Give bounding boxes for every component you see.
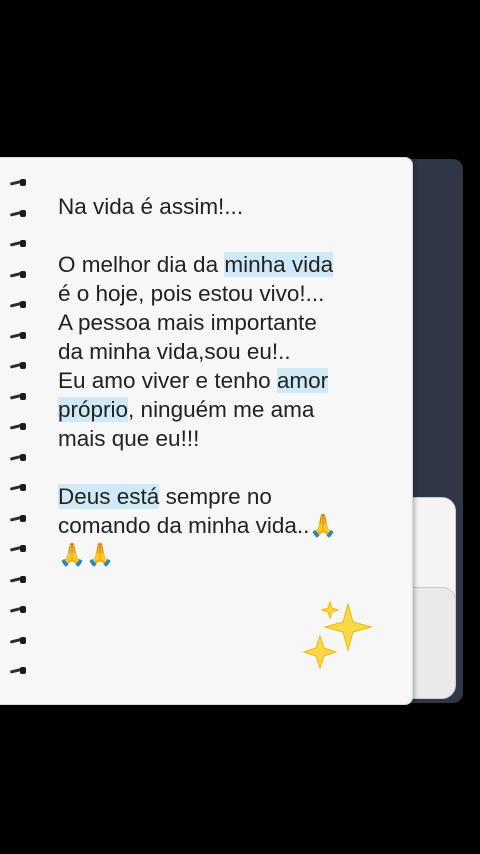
spiral-ring: [9, 270, 26, 279]
spiral-ring: [9, 575, 26, 584]
line-text: comando da minha vida..🙏: [58, 513, 338, 538]
spiral-ring: [9, 392, 26, 401]
spiral-ring: [9, 422, 26, 431]
note-line: Eu amo viver e tenho amor: [58, 366, 398, 395]
line-text: é o hoje, pois estou vivo!...: [58, 281, 325, 306]
spiral-ring: [9, 544, 26, 553]
note-line: A pessoa mais importante: [58, 308, 398, 337]
line-text: A pessoa mais importante: [58, 310, 317, 335]
spiral-ring: [9, 239, 26, 248]
note-title: Na vida é assim!...: [58, 194, 244, 219]
note-line: 🙏🙏: [58, 540, 398, 569]
notebook: Na vida é assim!... O melhor dia da minh…: [0, 157, 466, 705]
line-text: sempre no: [159, 484, 272, 509]
note-line: próprio, ninguém me ama: [58, 395, 398, 424]
line-text: O melhor dia da: [58, 252, 225, 277]
highlighted-text: próprio: [58, 397, 129, 422]
line-text: , ninguém me ama: [128, 397, 315, 422]
spiral-ring: [9, 605, 26, 614]
spiral-ring: [9, 361, 26, 370]
line-text: da minha vida,sou eu!..: [58, 339, 291, 364]
spiral-ring: [9, 331, 26, 340]
note-line: é o hoje, pois estou vivo!...: [58, 279, 398, 308]
highlighted-text: Deus está: [58, 484, 160, 509]
note-line: O melhor dia da minha vida: [58, 250, 398, 279]
note-body: O melhor dia da minha vida é o hoje, pois…: [58, 250, 398, 453]
spiral-ring: [9, 514, 26, 523]
note-closing: Deus está sempre no comando da minha vida…: [58, 482, 398, 569]
line-text: Eu amo viver e tenho: [58, 368, 277, 393]
line-text: 🙏🙏: [58, 542, 115, 567]
note-line: da minha vida,sou eu!..: [58, 337, 398, 366]
spiral-binding: [0, 178, 34, 678]
note-line: mais que eu!!!: [58, 424, 398, 453]
line-text: mais que eu!!!: [58, 426, 200, 451]
note-text: Na vida é assim!... O melhor dia da minh…: [58, 192, 398, 569]
spiral-ring: [9, 483, 26, 492]
sparkles-icon: [302, 600, 373, 670]
spiral-ring: [9, 636, 26, 645]
highlighted-text: amor: [276, 368, 329, 393]
spiral-ring: [9, 453, 26, 462]
note-line: comando da minha vida..🙏: [58, 511, 398, 540]
spiral-ring: [9, 178, 26, 187]
notebook-page: Na vida é assim!... O melhor dia da minh…: [0, 157, 413, 705]
spiral-ring: [9, 666, 26, 675]
spiral-ring: [9, 300, 26, 309]
spiral-ring: [9, 209, 26, 218]
note-line: Deus está sempre no: [58, 482, 398, 511]
highlighted-text: minha vida: [224, 252, 334, 277]
